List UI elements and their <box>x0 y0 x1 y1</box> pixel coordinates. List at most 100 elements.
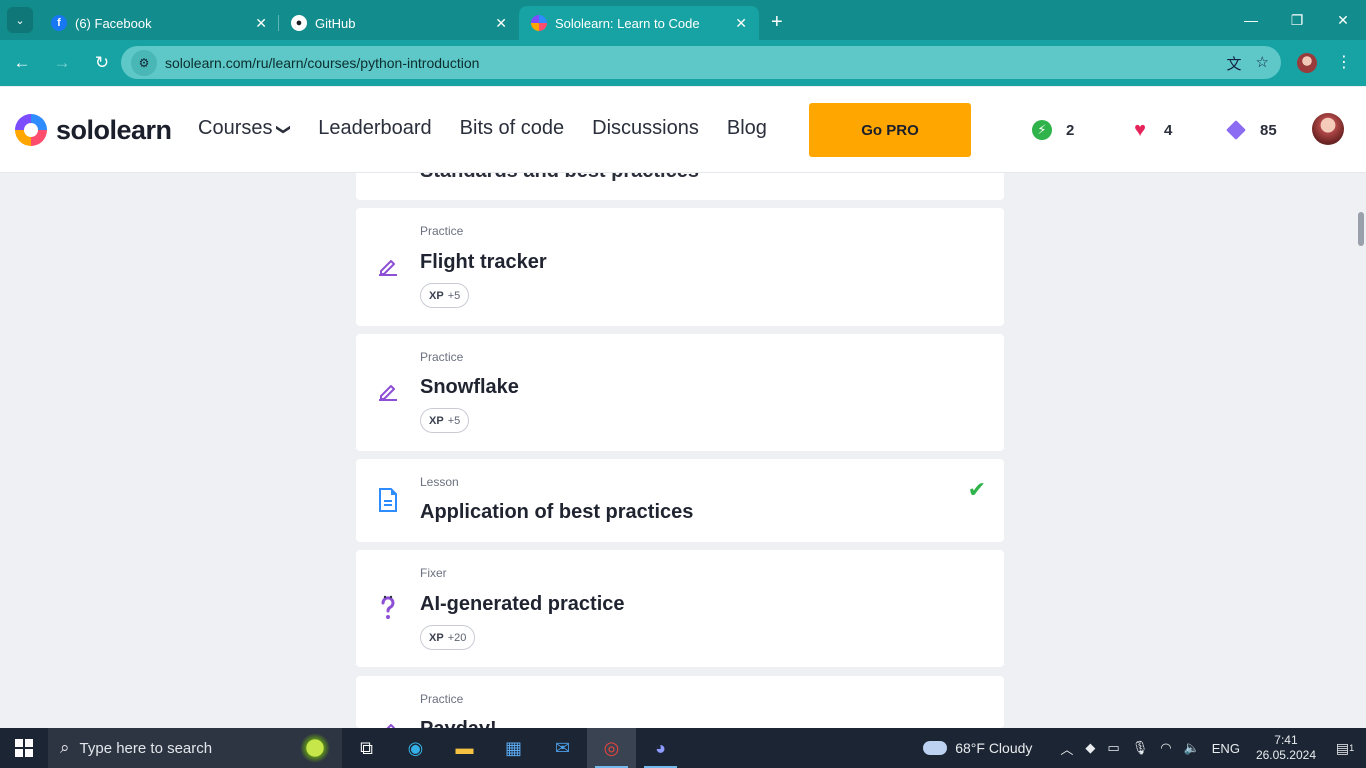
mail-icon[interactable]: ✉ <box>538 728 587 768</box>
new-tab-button[interactable]: + <box>771 11 783 34</box>
close-tab-icon[interactable]: ✕ <box>495 15 507 32</box>
file-explorer-icon[interactable]: ▬ <box>440 728 489 768</box>
item-kind: Practice <box>420 350 464 364</box>
pencil-icon <box>376 718 400 728</box>
browser-menu-icon[interactable]: ⋮ <box>1336 52 1352 72</box>
list-item[interactable]: Practice Snowflake XP +5 <box>356 334 1004 451</box>
site-info-icon[interactable]: ⚙ <box>131 49 157 76</box>
tab-github[interactable]: ● GitHub ✕ <box>279 6 519 40</box>
list-item[interactable]: Fixer AI-generated practice XP +20 <box>356 550 1004 667</box>
item-kind: Lesson <box>420 475 459 489</box>
facebook-icon: f <box>51 15 67 31</box>
microphone-icon[interactable]: 🎙 <box>1132 740 1149 756</box>
go-pro-button[interactable]: Go PRO <box>809 103 971 157</box>
xp-badge: XP +5 <box>420 283 470 308</box>
page-scrollbar[interactable] <box>1356 174 1366 728</box>
bookmark-star-icon[interactable]: ☆ <box>1256 53 1269 74</box>
chrome-icon[interactable]: ◎ <box>587 728 636 768</box>
taskbar-search-box[interactable]: ⌕ Type here to search <box>48 728 342 768</box>
document-icon <box>376 488 400 512</box>
streak-counter[interactable]: ⚡ 2 <box>1032 120 1074 140</box>
list-item[interactable]: Practice Flight tracker XP +5 <box>356 208 1004 326</box>
lightning-icon: ⚡ <box>1032 120 1052 140</box>
sololearn-logo-icon <box>15 114 47 146</box>
tab-search-button[interactable]: ⌄ <box>7 7 33 33</box>
nav-bits-of-code[interactable]: Bits of code <box>460 117 565 140</box>
sololearn-icon <box>531 15 547 31</box>
weather-text: 68°F Cloudy <box>955 740 1033 756</box>
gems-counter[interactable]: 85 <box>1226 120 1277 140</box>
streak-value: 2 <box>1066 121 1075 139</box>
xp-label: XP <box>429 631 444 644</box>
hearts-counter[interactable]: ♥ 4 <box>1130 119 1173 141</box>
back-arrow-icon[interactable]: ← <box>4 45 40 81</box>
tab-sololearn[interactable]: Sololearn: Learn to Code ✕ <box>519 6 759 40</box>
hearts-value: 4 <box>1164 121 1173 139</box>
browser-profile-avatar[interactable] <box>1297 53 1317 73</box>
chevron-down-icon: ❯ <box>276 123 293 136</box>
address-bar[interactable]: ⚙ sololearn.com/ru/learn/courses/python-… <box>121 46 1281 79</box>
volume-icon[interactable]: 🔈 <box>1184 740 1200 756</box>
tab-title: Sololearn: Learn to Code <box>555 15 700 31</box>
browser-tab-strip: ⌄ f (6) Facebook ✕ ● GitHub ✕ Sololearn:… <box>0 0 1366 40</box>
microsoft-store-icon[interactable]: ▦ <box>489 728 538 768</box>
edge-icon[interactable]: ◉ <box>391 728 440 768</box>
close-tab-icon[interactable]: ✕ <box>255 15 267 32</box>
xp-badge: XP +20 <box>420 625 476 650</box>
forward-arrow-icon[interactable]: → <box>44 45 80 81</box>
windows-start-button[interactable] <box>0 728 48 768</box>
completed-check-icon: ✔ <box>967 477 986 502</box>
notification-count: 1 <box>1349 743 1355 753</box>
nav-leaderboard[interactable]: Leaderboard <box>318 117 431 140</box>
sololearn-logo[interactable]: sololearn <box>15 114 172 146</box>
minimize-icon[interactable]: — <box>1228 0 1274 40</box>
item-title: Snowflake <box>420 376 519 398</box>
github-icon: ● <box>291 15 307 31</box>
clock-date: 26.05.2024 <box>1255 748 1316 762</box>
task-view-icon[interactable]: ⧉ <box>342 728 391 768</box>
browser-toolbar: ← → ↻ ⚙ sololearn.com/ru/learn/courses/p… <box>0 40 1366 86</box>
notifications-icon[interactable]: ▤ 1 <box>1330 733 1360 763</box>
restore-icon[interactable]: ❐ <box>1274 0 1320 40</box>
item-title: Payday! <box>420 718 497 728</box>
search-highlight-icon <box>300 733 330 763</box>
xp-value: +5 <box>447 289 461 302</box>
language-indicator[interactable]: ENG <box>1212 741 1240 756</box>
list-item[interactable]: Lesson Application of best practices ✔ <box>356 459 1004 542</box>
gems-value: 85 <box>1260 121 1277 139</box>
item-kind: Fixer <box>420 566 447 580</box>
main-nav: Courses❯ Leaderboard Bits of code Discus… <box>198 117 767 140</box>
nav-courses-label: Courses <box>198 117 273 139</box>
xp-label: XP <box>429 289 444 302</box>
scrollbar-thumb[interactable] <box>1358 212 1364 246</box>
reload-icon[interactable]: ↻ <box>84 45 120 81</box>
nav-blog[interactable]: Blog <box>727 117 767 140</box>
tab-facebook[interactable]: f (6) Facebook ✕ <box>39 6 279 40</box>
chevron-up-icon[interactable]: ︿ <box>1060 739 1073 758</box>
discord-icon[interactable]: ◕ <box>636 728 685 768</box>
close-tab-icon[interactable]: ✕ <box>735 15 747 32</box>
list-item[interactable]: Practice Payday! <box>356 676 1004 728</box>
question-bug-icon <box>376 595 400 620</box>
xp-value: +5 <box>447 414 461 427</box>
item-title: AI-generated practice <box>420 593 625 615</box>
item-title: Flight tracker <box>420 251 547 273</box>
wifi-icon[interactable]: ◠ <box>1160 740 1171 756</box>
pencil-icon <box>376 379 400 403</box>
system-tray: 68°F Cloudy ︿ ◆ ▭ 🎙 ◠ 🔈 ENG 7:41 26.05.2… <box>923 728 1366 768</box>
search-placeholder: Type here to search <box>79 739 213 757</box>
shield-icon[interactable]: ◆ <box>1085 740 1095 756</box>
pencil-icon <box>376 254 400 278</box>
close-window-icon[interactable]: ✕ <box>1320 0 1366 40</box>
tab-title: GitHub <box>315 15 356 31</box>
battery-icon[interactable]: ▭ <box>1107 740 1119 756</box>
nav-courses[interactable]: Courses❯ <box>198 117 293 140</box>
nav-discussions[interactable]: Discussions <box>592 117 699 140</box>
windows-logo-icon <box>15 739 33 757</box>
translate-icon[interactable]: 文 <box>1227 53 1242 74</box>
user-avatar[interactable] <box>1312 113 1344 145</box>
weather-widget[interactable]: 68°F Cloudy <box>923 740 1032 756</box>
url-text[interactable]: sololearn.com/ru/learn/courses/python-in… <box>165 55 479 71</box>
clock[interactable]: 7:41 26.05.2024 <box>1256 733 1316 763</box>
xp-badge: XP +5 <box>420 408 470 433</box>
